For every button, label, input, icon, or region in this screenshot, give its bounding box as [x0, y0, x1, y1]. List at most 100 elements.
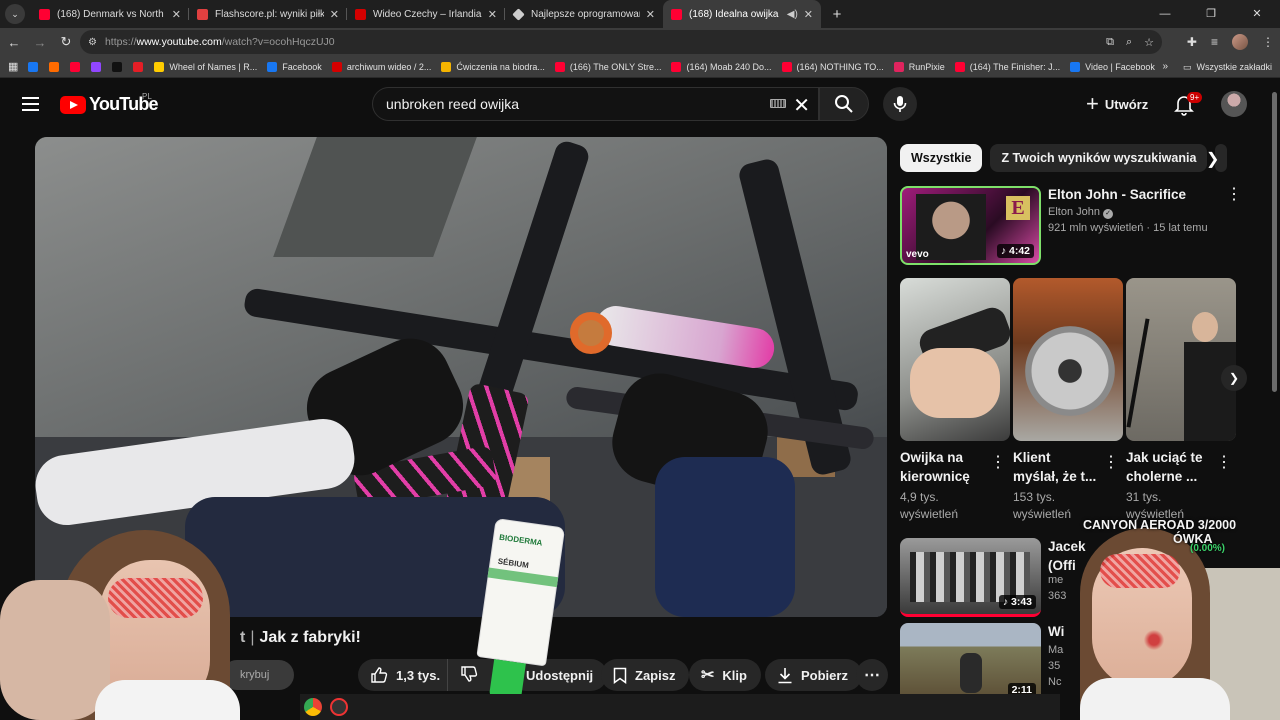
bookmark-item[interactable]: (166) The ONLY Stre...: [554, 61, 661, 72]
chip-from-search[interactable]: Z Twoich wyników wyszukiwania: [990, 144, 1208, 172]
forward-arrow-icon[interactable]: →: [28, 35, 52, 50]
bookmark-item[interactable]: [112, 61, 127, 72]
bookmark-item[interactable]: [70, 61, 85, 72]
bookmark-item[interactable]: [28, 61, 43, 72]
clear-search-icon[interactable]: ✕: [793, 93, 810, 118]
shorts-next-arrow-icon[interactable]: ❯: [1221, 365, 1247, 391]
thumbnail-artwork: [1025, 326, 1115, 416]
restore-icon[interactable]: ❐: [1188, 0, 1234, 28]
thumbnail-artwork: [910, 348, 1000, 418]
recommended-title[interactable]: Elton John - Sacrifice: [1048, 185, 1186, 204]
more-options-icon[interactable]: ⋮: [990, 455, 1006, 471]
tab-search-button[interactable]: ⌄: [5, 4, 25, 24]
browser-tab[interactable]: Wideo Czechy – Irlandia. Highlights ✕: [347, 0, 505, 28]
app-icon[interactable]: [330, 698, 348, 716]
close-tab-icon[interactable]: ✕: [172, 8, 181, 21]
reload-icon[interactable]: ↻: [54, 34, 78, 50]
bookmark-item[interactable]: Video | Facebook: [1070, 61, 1155, 72]
bookmark-item[interactable]: Facebook: [267, 61, 322, 72]
browser-tab-strip: ⌄ (168) Denmark vs North Macedonia ✕ Fla…: [0, 0, 1280, 28]
close-tab-icon[interactable]: ✕: [804, 8, 813, 21]
browser-tab[interactable]: (168) Denmark vs North Macedonia ✕: [31, 0, 189, 28]
all-bookmarks[interactable]: ▭ Wszystkie zakładki: [1183, 56, 1272, 78]
music-note-icon: ♪: [1000, 245, 1009, 257]
bookmark-item[interactable]: (164) NOTHING TO...: [781, 61, 884, 72]
recommended-thumbnail[interactable]: 2:11: [900, 623, 1041, 702]
thumbnail-artwork: [1126, 318, 1150, 428]
download-button[interactable]: Pobierz: [765, 659, 862, 691]
short-thumbnail[interactable]: [900, 278, 1010, 441]
bookmark-label: Facebook: [282, 61, 322, 72]
menu-hamburger-icon[interactable]: [22, 97, 39, 111]
recommended-thumbnail[interactable]: E vevo ♪ 4:42: [900, 186, 1041, 265]
close-tab-icon[interactable]: ✕: [646, 8, 655, 21]
duration-badge: ♪ 3:43: [998, 595, 1036, 609]
extensions-icon[interactable]: ✚: [1187, 35, 1197, 49]
recommended-thumbnail[interactable]: ♪ 3:43: [900, 538, 1041, 617]
views-count: 153 tys.: [1013, 490, 1056, 504]
back-arrow-icon[interactable]: ←: [2, 35, 26, 50]
bookmark-item[interactable]: [91, 61, 106, 72]
tab-title: Flashscore.pl: wyniki piłki nożnej: [215, 8, 324, 20]
reading-list-icon[interactable]: ≡: [1211, 35, 1218, 49]
browser-tab[interactable]: Najlepsze oprogramowanie do ✕: [505, 0, 663, 28]
bookmark-item[interactable]: (164) Moab 240 Do...: [671, 61, 772, 72]
minimize-icon[interactable]: —: [1142, 0, 1188, 28]
like-button[interactable]: 1,3 tys.: [358, 659, 448, 691]
chrome-menu-icon[interactable]: ⋮: [1262, 35, 1274, 49]
bookmark-star-icon[interactable]: ☆: [1144, 36, 1154, 49]
bookmark-favicon-icon: [554, 61, 565, 72]
zoom-icon[interactable]: ⌕: [1126, 36, 1132, 49]
keyboard-icon[interactable]: [770, 99, 786, 108]
page-scrollbar[interactable]: [1272, 88, 1277, 688]
bookmarks-overflow-icon[interactable]: »: [1162, 56, 1168, 78]
os-taskbar: [300, 694, 1060, 720]
country-code: PL: [142, 92, 152, 101]
bookmark-item[interactable]: (164) The Finisher: J...: [954, 61, 1060, 72]
browser-tab[interactable]: Flashscore.pl: wyniki piłki nożnej ✕: [189, 0, 347, 28]
search-input[interactable]: unbroken reed owijka ✕: [372, 87, 819, 121]
voice-search-button[interactable]: [883, 87, 917, 121]
close-tab-icon[interactable]: ✕: [330, 8, 339, 21]
channel-name: Elton John: [1048, 206, 1100, 218]
more-options-icon[interactable]: ⋮: [1226, 187, 1242, 203]
duration-badge: ♪ 4:42: [996, 244, 1034, 258]
install-app-icon[interactable]: ⧉: [1106, 36, 1114, 49]
apps-grid-icon[interactable]: ▦: [8, 60, 18, 73]
channel-logo-e: E: [1006, 196, 1030, 220]
speaker-icon[interactable]: ◀): [787, 9, 798, 20]
more-options-icon[interactable]: ⋮: [1216, 455, 1232, 471]
create-button[interactable]: + Utwórz: [1076, 87, 1160, 121]
browser-tab-active[interactable]: (168) Idealna owijka w 10 min ◀) ✕: [663, 0, 821, 28]
bookmark-item[interactable]: Ćwiczenia na biodra...: [441, 61, 545, 72]
short-title[interactable]: Klient myślał, że t...: [1013, 448, 1096, 486]
bookmark-item[interactable]: archiwum wideo / 2...: [331, 61, 431, 72]
chips-next-arrow-icon[interactable]: ❯: [1206, 149, 1219, 169]
close-tab-icon[interactable]: ✕: [488, 8, 497, 21]
close-window-icon[interactable]: ✕: [1234, 0, 1280, 28]
download-label: Pobierz: [801, 667, 848, 683]
more-options-icon[interactable]: ⋮: [1103, 455, 1119, 471]
short-thumbnail[interactable]: [1126, 278, 1236, 441]
search-button[interactable]: [819, 87, 869, 121]
bookmark-item[interactable]: RunPixie: [893, 61, 945, 72]
more-actions-button[interactable]: ⋯: [856, 659, 888, 691]
recommended-channel[interactable]: Elton John ✓: [1048, 204, 1114, 220]
site-info-icon[interactable]: ⚙: [88, 37, 97, 48]
short-title[interactable]: Jak uciąć te cholerne ...: [1126, 448, 1203, 486]
bookmark-item[interactable]: [49, 61, 64, 72]
short-thumbnail[interactable]: [1013, 278, 1123, 441]
profile-avatar[interactable]: [1232, 34, 1248, 50]
chrome-app-icon[interactable]: [304, 698, 322, 716]
account-avatar[interactable]: [1221, 91, 1247, 117]
video-frame-rim: [570, 312, 612, 354]
chip-all[interactable]: Wszystkie: [900, 144, 983, 172]
video-frame-arm: [655, 457, 795, 617]
short-title[interactable]: Owijka na kierownicę: [900, 448, 970, 486]
bookmark-item[interactable]: Wheel of Names | R...: [154, 61, 257, 72]
address-bar[interactable]: ⚙ https://www.youtube.com/watch?v=ocohHq…: [80, 30, 1162, 54]
bookmark-item[interactable]: [133, 61, 148, 72]
new-tab-button[interactable]: +: [827, 6, 847, 23]
save-button[interactable]: Zapisz: [601, 659, 690, 691]
clip-button[interactable]: ✂ Klip: [689, 659, 761, 691]
